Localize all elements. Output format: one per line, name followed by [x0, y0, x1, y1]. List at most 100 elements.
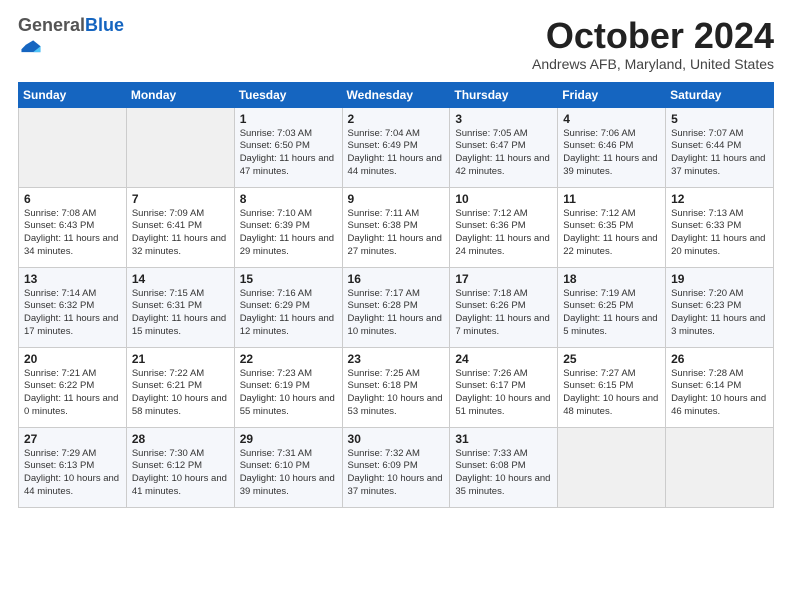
day-number: 26	[671, 352, 768, 366]
week-row-1: 1 Sunrise: 7:03 AM Sunset: 6:50 PM Daylig…	[19, 107, 774, 187]
calendar-title: October 2024	[532, 16, 774, 56]
logo-general: General	[18, 15, 85, 35]
day-info: Sunrise: 7:14 AM Sunset: 6:32 PM Dayligh…	[24, 288, 121, 339]
day-info: Sunrise: 7:29 AM Sunset: 6:13 PM Dayligh…	[24, 448, 121, 499]
weekday-header-monday: Monday	[126, 82, 234, 107]
calendar-cell: 11 Sunrise: 7:12 AM Sunset: 6:35 PM Dayli…	[558, 187, 666, 267]
day-info: Sunrise: 7:30 AM Sunset: 6:12 PM Dayligh…	[132, 448, 229, 499]
day-info: Sunrise: 7:25 AM Sunset: 6:18 PM Dayligh…	[348, 368, 445, 419]
day-info: Sunrise: 7:08 AM Sunset: 6:43 PM Dayligh…	[24, 208, 121, 259]
calendar-page: GeneralBlue October 2024 Andrews AFB, Ma…	[0, 0, 792, 518]
calendar-cell: 6Sunrise: 7:08 AM Sunset: 6:43 PM Daylig…	[19, 187, 127, 267]
day-number: 29	[240, 432, 337, 446]
day-number: 9	[348, 192, 445, 206]
logo-icon	[20, 36, 42, 58]
calendar-cell	[666, 427, 774, 507]
calendar-cell: 2 Sunrise: 7:04 AM Sunset: 6:49 PM Daylig…	[342, 107, 450, 187]
calendar-cell: 30 Sunrise: 7:32 AM Sunset: 6:09 PM Dayli…	[342, 427, 450, 507]
calendar-cell: 8 Sunrise: 7:10 AM Sunset: 6:39 PM Daylig…	[234, 187, 342, 267]
day-number: 30	[348, 432, 445, 446]
day-number: 10	[455, 192, 552, 206]
calendar-cell: 7 Sunrise: 7:09 AM Sunset: 6:41 PM Daylig…	[126, 187, 234, 267]
week-row-4: 20Sunrise: 7:21 AM Sunset: 6:22 PM Dayli…	[19, 347, 774, 427]
day-info: Sunrise: 7:09 AM Sunset: 6:41 PM Dayligh…	[132, 208, 229, 259]
day-info: Sunrise: 7:17 AM Sunset: 6:28 PM Dayligh…	[348, 288, 445, 339]
day-info: Sunrise: 7:03 AM Sunset: 6:50 PM Dayligh…	[240, 128, 337, 179]
day-info: Sunrise: 7:21 AM Sunset: 6:22 PM Dayligh…	[24, 368, 121, 419]
day-number: 11	[563, 192, 660, 206]
calendar-cell: 21 Sunrise: 7:22 AM Sunset: 6:21 PM Dayli…	[126, 347, 234, 427]
week-row-5: 27 Sunrise: 7:29 AM Sunset: 6:13 PM Dayli…	[19, 427, 774, 507]
day-number: 27	[24, 432, 121, 446]
day-info: Sunrise: 7:06 AM Sunset: 6:46 PM Dayligh…	[563, 128, 660, 179]
day-info: Sunrise: 7:20 AM Sunset: 6:23 PM Dayligh…	[671, 288, 768, 339]
day-info: Sunrise: 7:26 AM Sunset: 6:17 PM Dayligh…	[455, 368, 552, 419]
day-number: 21	[132, 352, 229, 366]
day-info: Sunrise: 7:28 AM Sunset: 6:14 PM Dayligh…	[671, 368, 768, 419]
day-info: Sunrise: 7:22 AM Sunset: 6:21 PM Dayligh…	[132, 368, 229, 419]
day-info: Sunrise: 7:16 AM Sunset: 6:29 PM Dayligh…	[240, 288, 337, 339]
calendar-cell: 12Sunrise: 7:13 AM Sunset: 6:33 PM Dayli…	[666, 187, 774, 267]
day-number: 22	[240, 352, 337, 366]
calendar-table: SundayMondayTuesdayWednesdayThursdayFrid…	[18, 82, 774, 508]
logo-blue: Blue	[85, 15, 124, 35]
day-info: Sunrise: 7:23 AM Sunset: 6:19 PM Dayligh…	[240, 368, 337, 419]
calendar-cell: 31 Sunrise: 7:33 AM Sunset: 6:08 PM Dayli…	[450, 427, 558, 507]
day-number: 13	[24, 272, 121, 286]
weekday-header-friday: Friday	[558, 82, 666, 107]
day-number: 12	[671, 192, 768, 206]
day-info: Sunrise: 7:31 AM Sunset: 6:10 PM Dayligh…	[240, 448, 337, 499]
day-info: Sunrise: 7:18 AM Sunset: 6:26 PM Dayligh…	[455, 288, 552, 339]
title-block: October 2024 Andrews AFB, Maryland, Unit…	[532, 16, 774, 72]
day-number: 5	[671, 112, 768, 126]
calendar-cell: 26 Sunrise: 7:28 AM Sunset: 6:14 PM Dayli…	[666, 347, 774, 427]
day-number: 4	[563, 112, 660, 126]
calendar-cell: 13 Sunrise: 7:14 AM Sunset: 6:32 PM Dayli…	[19, 267, 127, 347]
calendar-cell: 14Sunrise: 7:15 AM Sunset: 6:31 PM Dayli…	[126, 267, 234, 347]
day-number: 8	[240, 192, 337, 206]
day-number: 7	[132, 192, 229, 206]
day-number: 28	[132, 432, 229, 446]
calendar-cell	[126, 107, 234, 187]
day-info: Sunrise: 7:27 AM Sunset: 6:15 PM Dayligh…	[563, 368, 660, 419]
day-info: Sunrise: 7:12 AM Sunset: 6:36 PM Dayligh…	[455, 208, 552, 259]
calendar-cell: 23Sunrise: 7:25 AM Sunset: 6:18 PM Dayli…	[342, 347, 450, 427]
week-row-2: 6Sunrise: 7:08 AM Sunset: 6:43 PM Daylig…	[19, 187, 774, 267]
calendar-cell: 17 Sunrise: 7:18 AM Sunset: 6:26 PM Dayli…	[450, 267, 558, 347]
day-info: Sunrise: 7:19 AM Sunset: 6:25 PM Dayligh…	[563, 288, 660, 339]
day-number: 24	[455, 352, 552, 366]
day-info: Sunrise: 7:10 AM Sunset: 6:39 PM Dayligh…	[240, 208, 337, 259]
calendar-cell: 29 Sunrise: 7:31 AM Sunset: 6:10 PM Dayli…	[234, 427, 342, 507]
calendar-cell: 10 Sunrise: 7:12 AM Sunset: 6:36 PM Dayli…	[450, 187, 558, 267]
day-info: Sunrise: 7:33 AM Sunset: 6:08 PM Dayligh…	[455, 448, 552, 499]
logo: GeneralBlue	[18, 16, 124, 63]
calendar-cell	[19, 107, 127, 187]
day-number: 1	[240, 112, 337, 126]
day-info: Sunrise: 7:04 AM Sunset: 6:49 PM Dayligh…	[348, 128, 445, 179]
day-number: 31	[455, 432, 552, 446]
day-number: 15	[240, 272, 337, 286]
calendar-cell: 1 Sunrise: 7:03 AM Sunset: 6:50 PM Daylig…	[234, 107, 342, 187]
calendar-cell: 19Sunrise: 7:20 AM Sunset: 6:23 PM Dayli…	[666, 267, 774, 347]
weekday-header-sunday: Sunday	[19, 82, 127, 107]
day-number: 16	[348, 272, 445, 286]
calendar-cell: 28 Sunrise: 7:30 AM Sunset: 6:12 PM Dayli…	[126, 427, 234, 507]
weekday-header-tuesday: Tuesday	[234, 82, 342, 107]
day-info: Sunrise: 7:12 AM Sunset: 6:35 PM Dayligh…	[563, 208, 660, 259]
calendar-cell: 9Sunrise: 7:11 AM Sunset: 6:38 PM Daylig…	[342, 187, 450, 267]
calendar-cell: 22 Sunrise: 7:23 AM Sunset: 6:19 PM Dayli…	[234, 347, 342, 427]
calendar-cell: 3Sunrise: 7:05 AM Sunset: 6:47 PM Daylig…	[450, 107, 558, 187]
calendar-cell: 24 Sunrise: 7:26 AM Sunset: 6:17 PM Dayli…	[450, 347, 558, 427]
calendar-cell	[558, 427, 666, 507]
day-info: Sunrise: 7:32 AM Sunset: 6:09 PM Dayligh…	[348, 448, 445, 499]
calendar-cell: 15 Sunrise: 7:16 AM Sunset: 6:29 PM Dayli…	[234, 267, 342, 347]
calendar-cell: 27 Sunrise: 7:29 AM Sunset: 6:13 PM Dayli…	[19, 427, 127, 507]
header: GeneralBlue October 2024 Andrews AFB, Ma…	[18, 16, 774, 72]
day-number: 25	[563, 352, 660, 366]
calendar-subtitle: Andrews AFB, Maryland, United States	[532, 56, 774, 72]
day-number: 2	[348, 112, 445, 126]
day-info: Sunrise: 7:05 AM Sunset: 6:47 PM Dayligh…	[455, 128, 552, 179]
day-number: 17	[455, 272, 552, 286]
week-row-3: 13 Sunrise: 7:14 AM Sunset: 6:32 PM Dayli…	[19, 267, 774, 347]
weekday-header-thursday: Thursday	[450, 82, 558, 107]
